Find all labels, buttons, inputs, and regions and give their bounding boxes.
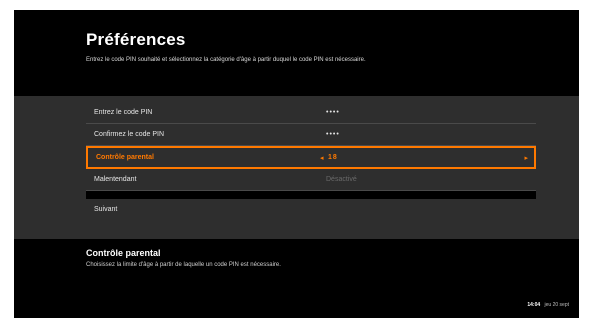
menu-separator	[86, 191, 536, 199]
clock-date: jeu 20 sept	[544, 302, 569, 308]
parental-control-value: 18	[328, 154, 338, 161]
pin-entry-row[interactable]: Entrez le code PIN ••••	[86, 102, 536, 124]
next-button-label: Suivant	[94, 206, 118, 213]
page-subtitle: Entrez le code PIN souhaité et sélection…	[86, 57, 366, 63]
pin-confirm-row[interactable]: Confirmez le code PIN ••••	[86, 124, 536, 146]
pin-entry-value: ••••	[326, 109, 340, 116]
page-title: Préférences	[86, 30, 186, 49]
parental-control-row[interactable]: Contrôle parental ◂ 18 ▸	[86, 146, 536, 169]
help-text: Choisissez la limite d'âge à partir de l…	[86, 262, 281, 268]
help-panel: Contrôle parental Choisissez la limite d…	[86, 248, 281, 268]
pin-entry-label: Entrez le code PIN	[94, 109, 153, 116]
pin-confirm-value: ••••	[326, 131, 340, 138]
parental-control-label: Contrôle parental	[96, 154, 154, 161]
page-header: Préférences Entrez le code PIN souhaité …	[86, 30, 366, 63]
hearing-impaired-value: Désactivé	[326, 176, 357, 183]
hearing-impaired-label: Malentendant	[94, 176, 137, 183]
pin-confirm-label: Confirmez le code PIN	[94, 131, 165, 138]
clock-time: 14:04	[527, 302, 541, 308]
arrow-left-icon[interactable]: ◂	[320, 154, 324, 162]
preferences-menu: Entrez le code PIN •••• Confirmez le cod…	[86, 102, 536, 220]
arrow-right-icon[interactable]: ▸	[524, 154, 528, 162]
tv-screen: Préférences Entrez le code PIN souhaité …	[14, 10, 579, 318]
help-title: Contrôle parental	[86, 248, 161, 258]
hearing-impaired-row[interactable]: Malentendant Désactivé	[86, 169, 536, 191]
status-clock: 14:04 jeu 20 sept	[527, 302, 569, 308]
next-button[interactable]: Suivant	[86, 199, 536, 220]
